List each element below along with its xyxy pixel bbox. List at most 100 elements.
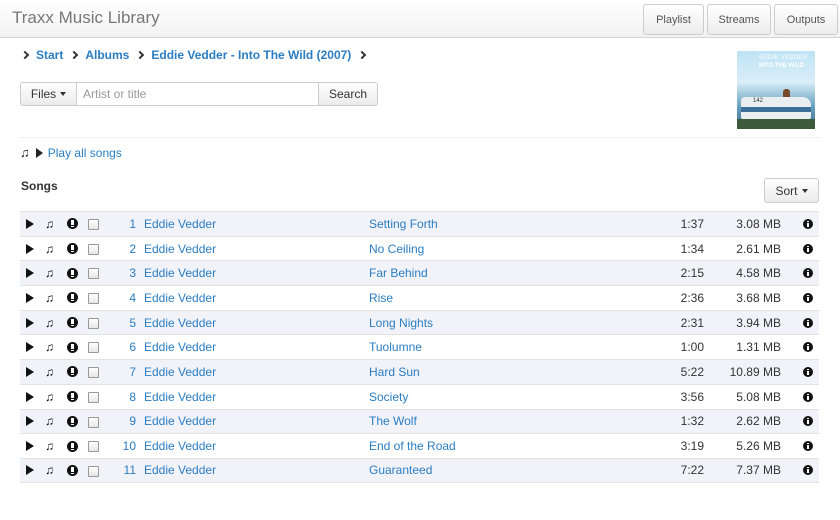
search-button[interactable]: Search	[318, 82, 378, 106]
download-icon[interactable]	[67, 391, 78, 403]
play-icon[interactable]	[26, 292, 34, 303]
sort-button[interactable]: Sort	[764, 178, 819, 203]
play-icon[interactable]	[26, 441, 34, 452]
song-number[interactable]: 3	[112, 266, 136, 280]
song-title[interactable]: The Wolf	[369, 414, 417, 428]
song-artist[interactable]: Eddie Vedder	[144, 266, 216, 280]
music-note-icon[interactable]: ♫	[45, 316, 54, 330]
song-checkbox[interactable]	[88, 293, 99, 305]
song-title[interactable]: No Ceiling	[369, 242, 424, 256]
download-icon[interactable]	[67, 218, 78, 230]
breadcrumb-start[interactable]: Start	[36, 48, 63, 62]
song-title[interactable]: Rise	[369, 291, 393, 305]
song-artist[interactable]: Eddie Vedder	[144, 291, 216, 305]
play-all-link[interactable]: Play all songs	[48, 146, 122, 160]
download-icon[interactable]	[67, 415, 78, 427]
song-title[interactable]: Society	[369, 390, 408, 404]
song-checkbox[interactable]	[88, 268, 99, 280]
play-icon[interactable]	[26, 366, 34, 377]
song-number[interactable]: 8	[112, 390, 136, 404]
song-checkbox[interactable]	[88, 416, 99, 428]
song-number[interactable]: 10	[112, 439, 136, 453]
song-number[interactable]: 6	[112, 340, 136, 354]
info-icon[interactable]	[803, 391, 813, 402]
search-input[interactable]	[77, 82, 318, 106]
song-number[interactable]: 11	[112, 463, 136, 477]
song-artist[interactable]: Eddie Vedder	[144, 365, 216, 379]
song-title[interactable]: Guaranteed	[369, 463, 432, 477]
song-checkbox[interactable]	[88, 465, 99, 477]
song-title[interactable]: Hard Sun	[369, 365, 420, 379]
song-checkbox[interactable]	[88, 391, 99, 403]
download-icon[interactable]	[67, 464, 78, 476]
song-artist[interactable]: Eddie Vedder	[144, 414, 216, 428]
breadcrumb-albums[interactable]: Albums	[85, 48, 129, 62]
play-icon[interactable]	[26, 342, 34, 353]
info-icon[interactable]	[803, 416, 813, 427]
song-number[interactable]: 7	[112, 365, 136, 379]
song-checkbox[interactable]	[88, 342, 99, 354]
song-title[interactable]: Long Nights	[369, 316, 433, 330]
info-icon[interactable]	[803, 317, 813, 328]
song-number[interactable]: 2	[112, 242, 136, 256]
song-number[interactable]: 5	[112, 316, 136, 330]
play-icon[interactable]	[26, 465, 34, 476]
play-icon[interactable]	[26, 268, 34, 279]
song-artist[interactable]: Eddie Vedder	[144, 242, 216, 256]
playlist-button[interactable]: Playlist	[643, 4, 704, 35]
song-artist[interactable]: Eddie Vedder	[144, 439, 216, 453]
song-checkbox[interactable]	[88, 367, 99, 379]
music-note-icon[interactable]: ♫	[45, 414, 54, 428]
play-icon[interactable]	[26, 416, 34, 427]
play-icon[interactable]	[35, 147, 43, 158]
outputs-button[interactable]: Outputs	[774, 4, 838, 35]
song-number[interactable]: 9	[112, 414, 136, 428]
download-icon[interactable]	[67, 292, 78, 304]
song-title[interactable]: Tuolumne	[369, 340, 422, 354]
song-number[interactable]: 1	[112, 217, 136, 231]
music-note-icon[interactable]: ♫	[45, 340, 54, 354]
music-note-icon[interactable]: ♫	[45, 242, 54, 256]
song-artist[interactable]: Eddie Vedder	[144, 340, 216, 354]
song-artist[interactable]: Eddie Vedder	[144, 217, 216, 231]
music-note-icon[interactable]: ♫	[45, 463, 54, 477]
music-note-icon[interactable]: ♫	[45, 266, 54, 280]
download-icon[interactable]	[67, 267, 78, 279]
info-icon[interactable]	[803, 342, 813, 353]
download-icon[interactable]	[67, 341, 78, 353]
info-icon[interactable]	[803, 243, 813, 254]
info-icon[interactable]	[803, 366, 813, 377]
download-icon[interactable]	[67, 317, 78, 329]
song-title[interactable]: Setting Forth	[369, 217, 438, 231]
files-dropdown-button[interactable]: Files	[20, 82, 77, 106]
song-checkbox[interactable]	[88, 317, 99, 329]
song-number[interactable]: 4	[112, 291, 136, 305]
download-icon[interactable]	[67, 440, 78, 452]
info-icon[interactable]	[803, 292, 813, 303]
streams-button[interactable]: Streams	[707, 4, 771, 35]
music-note-icon[interactable]: ♫	[45, 390, 54, 404]
song-artist[interactable]: Eddie Vedder	[144, 316, 216, 330]
app-title[interactable]: Traxx Music Library	[12, 8, 160, 28]
play-icon[interactable]	[26, 317, 34, 328]
song-artist[interactable]: Eddie Vedder	[144, 390, 216, 404]
song-title[interactable]: End of the Road	[369, 439, 456, 453]
info-icon[interactable]	[803, 441, 813, 452]
music-note-icon[interactable]: ♫	[45, 365, 54, 379]
breadcrumb-album[interactable]: Eddie Vedder - Into The Wild (2007)	[151, 48, 351, 62]
song-title[interactable]: Far Behind	[369, 266, 428, 280]
info-icon[interactable]	[803, 268, 813, 279]
download-icon[interactable]	[67, 366, 78, 378]
music-note-icon[interactable]: ♫	[45, 217, 54, 231]
play-icon[interactable]	[26, 391, 34, 402]
play-icon[interactable]	[26, 218, 34, 229]
download-icon[interactable]	[67, 243, 78, 255]
play-icon[interactable]	[26, 243, 34, 254]
music-note-icon[interactable]: ♫	[45, 439, 54, 453]
music-note-icon[interactable]: ♫	[45, 291, 54, 305]
info-icon[interactable]	[803, 465, 813, 476]
song-checkbox[interactable]	[88, 243, 99, 255]
song-checkbox[interactable]	[88, 441, 99, 453]
song-artist[interactable]: Eddie Vedder	[144, 463, 216, 477]
info-icon[interactable]	[803, 218, 813, 229]
